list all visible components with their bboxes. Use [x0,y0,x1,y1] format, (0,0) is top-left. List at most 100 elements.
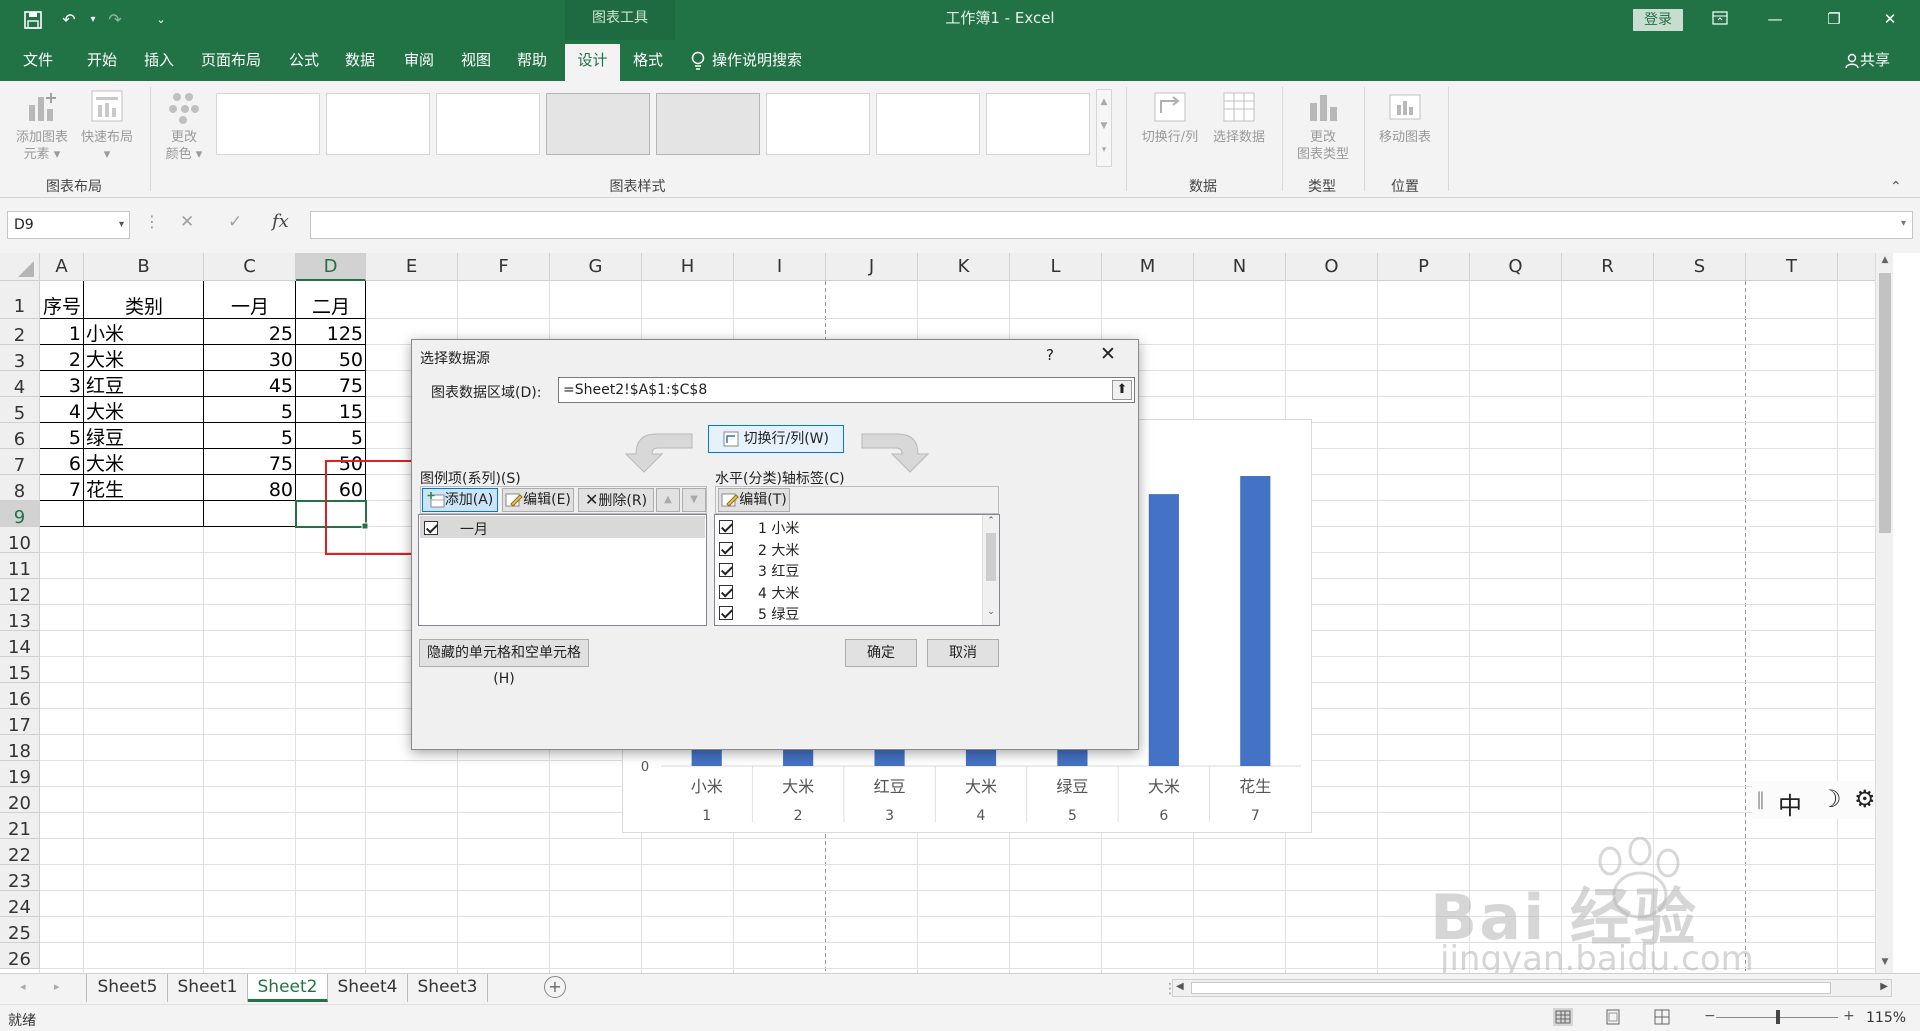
row-header-17[interactable]: 17 [0,709,40,736]
zoom-slider-thumb[interactable] [1776,1010,1780,1024]
sheet-tab-sheet5[interactable]: Sheet5 [88,974,168,1002]
row-header-14[interactable]: 14 [0,631,40,658]
cell[interactable]: 75 [296,371,366,397]
select-all-corner[interactable] [0,253,40,281]
cell[interactable]: 1 [40,319,84,345]
page-break-view-icon[interactable] [1652,1008,1672,1026]
tab-help[interactable]: 帮助 [508,40,556,81]
switch-row-column-button[interactable]: 切换行/列 [1134,89,1206,146]
axis-label-checkbox[interactable] [719,606,733,620]
column-header-n[interactable]: N [1194,253,1286,281]
tab-formulas[interactable]: 公式 [280,40,328,81]
edit-series-button[interactable]: 编辑(E) [502,488,574,512]
row-header-23[interactable]: 23 [0,865,40,892]
sheet-tab-sheet2[interactable]: Sheet2 [248,974,328,1002]
name-box[interactable]: D9 ▾ [7,211,130,239]
add-series-button[interactable]: 添加(A) [422,488,498,512]
sheet-tab-sheet4[interactable]: Sheet4 [328,974,408,1002]
row-header-18[interactable]: 18 [0,735,40,762]
tab-review[interactable]: 审阅 [395,40,443,81]
vertical-scrollbar[interactable]: ▲ ▼ [1875,253,1893,973]
cell[interactable]: 50 [296,345,366,371]
row-header-16[interactable]: 16 [0,683,40,710]
chart-style-5[interactable] [656,93,760,155]
cell[interactable]: 类别 [84,281,204,319]
add-chart-element-button[interactable]: 添加图表 元素 ▾ [8,89,76,163]
ime-language-toggle[interactable]: 中 [1778,786,1802,821]
row-header-7[interactable]: 7 [0,449,40,476]
dialog-close-button[interactable]: ✕ [1100,343,1116,365]
cell[interactable]: 序号 [40,281,84,319]
move-series-up-button[interactable]: ▲ [656,488,680,512]
undo-icon[interactable]: ↶ [58,9,80,31]
column-header-q[interactable]: Q [1470,253,1562,281]
row-header-1[interactable]: 1 [0,281,40,319]
cell[interactable]: 红豆 [84,371,204,397]
scroll-down-icon[interactable]: ▼ [1876,957,1893,967]
row-header-10[interactable]: 10 [0,527,40,554]
name-box-dropdown-icon[interactable]: ▾ [119,212,124,238]
cell[interactable]: 大米 [84,397,204,423]
tab-insert[interactable]: 插入 [135,40,183,81]
cell[interactable]: 30 [204,345,296,371]
column-header-b[interactable]: B [84,253,204,281]
column-header-h[interactable]: H [642,253,734,281]
sheet-tab-sheet3[interactable]: Sheet3 [408,974,488,1002]
scroll-up-icon[interactable]: ▲ [1876,255,1893,265]
sheet-tab-sheet1[interactable]: Sheet1 [168,974,248,1002]
row-header-11[interactable]: 11 [0,553,40,580]
row-header-13[interactable]: 13 [0,605,40,632]
list-item[interactable]: 2 大米 [716,538,982,559]
row-header-15[interactable]: 15 [0,657,40,684]
undo-dropdown-icon[interactable]: ▾ [82,9,104,31]
cell[interactable]: 5 [204,423,296,449]
zoom-in-icon[interactable]: + [1843,1008,1855,1024]
cell[interactable]: 3 [40,371,84,397]
save-icon[interactable] [22,9,44,31]
chart-style-1[interactable] [216,93,320,155]
row-header-6[interactable]: 6 [0,423,40,450]
restore-icon[interactable]: ❐ [1814,6,1854,32]
login-button[interactable]: 登录 [1633,9,1683,31]
axis-label-checkbox[interactable] [719,541,733,556]
chart-style-4[interactable] [546,93,650,155]
chart-bar[interactable] [1057,747,1088,766]
cell[interactable]: 4 [40,397,84,423]
cell[interactable]: 7 [40,475,84,501]
list-item[interactable]: 1 小米 [716,516,982,537]
series-checkbox[interactable] [424,521,438,535]
normal-view-icon[interactable] [1553,1008,1573,1026]
column-header-e[interactable]: E [366,253,458,281]
column-header-g[interactable]: G [550,253,642,281]
tab-view[interactable]: 视图 [452,40,500,81]
axis-list-scroll-down-icon[interactable]: ⌄ [983,607,999,617]
column-header-r[interactable]: R [1562,253,1654,281]
tab-file[interactable]: 文件 [14,40,62,81]
vertical-scroll-thumb[interactable] [1879,273,1891,533]
quick-layout-button[interactable]: 快速布局 ▾ [76,89,138,163]
column-header-j[interactable]: J [826,253,918,281]
chart-range-input[interactable]: =Sheet2!$A$1:$C$8 ⬆ [558,377,1135,403]
column-header-p[interactable]: P [1378,253,1470,281]
tab-page-layout[interactable]: 页面布局 [196,40,266,81]
chart-style-8[interactable] [986,93,1090,155]
axis-list-scroll-up-icon[interactable]: ⌃ [983,516,999,526]
switch-row-column-dialog-button[interactable]: 切换行/列(W) [708,425,844,453]
chart-bar[interactable] [965,747,997,766]
list-item[interactable]: 4 大米 [716,581,982,602]
row-header-4[interactable]: 4 [0,371,40,398]
axis-list-scrollbar[interactable]: ⌃ ⌄ [982,515,999,625]
collapse-dialog-icon[interactable]: ⬆ [1112,380,1132,400]
row-header-9[interactable]: 9 [0,501,40,528]
chart-bar[interactable] [1240,476,1271,766]
chart-styles-scroller[interactable]: ▲ ▼ ▾ [1096,89,1112,167]
cell[interactable]: 6 [40,449,84,475]
change-chart-type-button[interactable]: 更改 图表类型 [1290,89,1356,163]
minimize-icon[interactable]: — [1755,6,1795,32]
new-sheet-icon[interactable]: + [544,976,566,998]
cell[interactable]: 75 [204,449,296,475]
cell[interactable]: 5 [204,397,296,423]
tell-me-search[interactable]: 操作说明搜索 [690,40,830,81]
column-header-o[interactable]: O [1286,253,1378,281]
ribbon-display-options-icon[interactable] [1700,6,1740,32]
